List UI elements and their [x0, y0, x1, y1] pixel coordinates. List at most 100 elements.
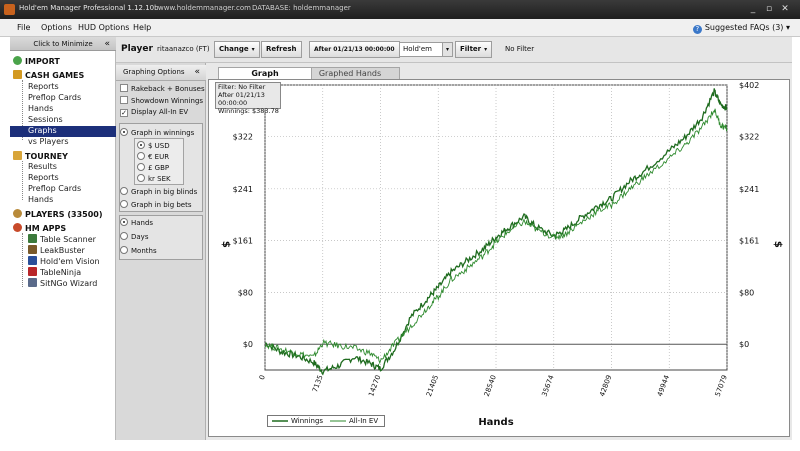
radio-dot — [137, 152, 145, 160]
nav-item-graphs-selected[interactable] — [10, 126, 116, 137]
date-filter-button[interactable]: After 01/21/13 00:00:00 — [309, 41, 400, 58]
tab-graph[interactable]: Graph — [218, 67, 312, 79]
xaxis-days-radio[interactable]: Days — [120, 232, 148, 241]
y-axis-label-right: $ — [772, 241, 783, 248]
nav-item-tourney-hands[interactable]: Hands — [28, 195, 53, 204]
graph-in-winnings-radio[interactable]: Graph in winnings — [120, 128, 194, 137]
menu-hud-options[interactable]: HUD Options — [78, 23, 129, 32]
currency-gbp-radio[interactable]: £ GBP — [137, 163, 169, 172]
graph-panel: $0 $0 $80 $80 $161 $161 $241 $241 $322 $322 $402 $4… — [208, 79, 790, 437]
nav-item-results[interactable]: Results — [28, 162, 57, 171]
menu-options[interactable]: Options — [41, 23, 72, 32]
nav-item-preflop-cards[interactable]: Preflop Cards — [28, 93, 81, 102]
filter-button[interactable]: Filter ▾ — [455, 41, 493, 58]
radio-label: $ USD — [148, 142, 170, 150]
app-label: SitNGo Wizard — [40, 279, 98, 288]
close-window-button[interactable]: ✕ — [778, 3, 792, 15]
filter-info-box: Filter: No Filter After 01/21/13 00:00:0… — [215, 82, 281, 115]
checkbox-label: Showdown Winnings — [131, 97, 204, 105]
legend-label-allin-ev: All-In EV — [349, 417, 379, 425]
y-tick-label-right: $0 — [739, 340, 749, 349]
app-label: LeakBuster — [40, 246, 85, 255]
graphing-options-panel: Graphing Options « Rakeback + Bonuses Sh… — [116, 63, 206, 440]
nav-import[interactable]: IMPORT — [13, 56, 60, 66]
nav-item-graphs[interactable]: Graphs — [28, 126, 57, 135]
radio-label: € EUR — [148, 153, 170, 161]
y-tick-label-left: $241 — [233, 185, 253, 194]
database-label: DATABASE: holdemmanager — [252, 4, 351, 12]
app-window: Hold'em Manager Professional 1.12.10b ww… — [0, 0, 800, 451]
tab-graphed-hands[interactable]: Graphed Hands — [300, 67, 400, 79]
player-label: Player — [121, 44, 153, 54]
radio-label: kr SEK — [148, 175, 171, 183]
app-title: Hold'em Manager Professional 1.12.10b — [19, 4, 159, 12]
app-sitngo-wizard[interactable]: SitNGo Wizard — [28, 278, 97, 288]
chevron-down-icon: ▾ — [251, 46, 255, 53]
collapse-arrow-icon: « — [194, 67, 200, 77]
graph-in-bb-radio[interactable]: Graph in big blinds — [120, 187, 197, 196]
nav-players[interactable]: PLAYERS (33500) — [13, 209, 103, 219]
nav-hm-apps[interactable]: HM APPS — [13, 223, 66, 233]
menu-help[interactable]: Help — [133, 23, 151, 32]
nav-item-hands[interactable]: Hands — [28, 104, 53, 113]
nav-hm-apps-label: HM APPS — [25, 224, 67, 233]
rakeback-checkbox[interactable]: Rakeback + Bonuses — [120, 84, 205, 93]
x-tick-label: 42809 — [598, 374, 613, 398]
app-holdem-vision[interactable]: Hold'em Vision — [28, 256, 100, 266]
app-tableninja[interactable]: TableNinja — [28, 267, 81, 277]
nav-tourney[interactable]: TOURNEY — [13, 151, 68, 161]
nav-cash-games[interactable]: CASH GAMES — [13, 70, 84, 80]
allin-ev-checkbox[interactable]: ✓ Display All-In EV — [120, 108, 188, 117]
minimize-nav-button[interactable]: Click to Minimize « — [10, 37, 116, 51]
apps-icon — [13, 223, 22, 232]
nav-item-reports[interactable]: Reports — [28, 82, 59, 91]
game-type-select[interactable]: Hold'em ▾ — [399, 42, 453, 57]
nav-cash-games-label: CASH GAMES — [25, 71, 85, 80]
minimize-window-button[interactable]: _ — [746, 3, 760, 15]
checkbox-label: Display All-In EV — [131, 108, 189, 116]
y-tick-label-right: $402 — [739, 81, 759, 90]
graphing-options-header[interactable]: Graphing Options « — [116, 65, 206, 81]
filter-label: Filter — [460, 45, 482, 53]
xaxis-months-radio[interactable]: Months — [120, 246, 157, 255]
graph-area: Graphed Hands Graph $0 $0 $80 $80 $161 $161 $2… — [206, 63, 792, 440]
currency-sek-radio[interactable]: kr SEK — [137, 174, 171, 183]
app-logo-icon — [4, 4, 15, 15]
currency-usd-radio[interactable]: $ USD — [137, 141, 170, 150]
nav-players-label: PLAYERS (33500) — [25, 210, 103, 219]
check-mark-icon: ✓ — [120, 109, 128, 117]
app-label: TableNinja — [40, 268, 82, 277]
radio-dot — [137, 163, 145, 171]
app-leakbuster[interactable]: LeakBuster — [28, 245, 85, 255]
nav-item-tourney-preflop[interactable]: Preflop Cards — [28, 184, 81, 193]
currency-eur-radio[interactable]: € EUR — [137, 152, 169, 161]
player-toolbar: Player ritaanazco (FT) Change ▾ Refresh A… — [116, 37, 792, 63]
minimize-nav-label: Click to Minimize — [33, 40, 93, 48]
radio-dot — [137, 174, 145, 182]
refresh-button[interactable]: Refresh — [261, 41, 302, 58]
nav-item-vs-players[interactable]: vs Players — [28, 137, 69, 146]
app-table-scanner[interactable]: Table Scanner — [28, 234, 96, 244]
radio-label: Graph in winnings — [131, 129, 195, 137]
active-filter-text: No Filter — [505, 45, 535, 53]
change-player-button[interactable]: Change ▾ — [214, 41, 260, 58]
sitngo-wizard-icon — [28, 278, 37, 287]
suggested-faqs-button[interactable]: ? Suggested FAQs (3) ▾ — [692, 23, 790, 34]
xaxis-hands-radio[interactable]: Hands — [120, 218, 153, 227]
x-tick-label: 49944 — [656, 373, 671, 397]
info-filter: Filter: No Filter — [218, 83, 266, 91]
radio-dot — [137, 141, 145, 149]
showdown-checkbox[interactable]: Showdown Winnings — [120, 96, 203, 105]
nav-item-tourney-reports[interactable]: Reports — [28, 173, 59, 182]
radio-dot — [120, 218, 128, 226]
x-tick-label: 14270 — [367, 374, 382, 398]
site-url: www.holdemmanager.com — [158, 4, 251, 12]
restore-window-button[interactable]: ▫ — [762, 3, 776, 15]
nav-item-sessions[interactable]: Sessions — [28, 115, 63, 124]
menu-file[interactable]: File — [17, 23, 30, 32]
radio-label: Hands — [131, 219, 154, 227]
tree-line — [22, 161, 23, 200]
app-label: Hold'em Vision — [40, 257, 100, 266]
graph-in-bets-radio[interactable]: Graph in big bets — [120, 200, 192, 209]
x-tick-label: 21405 — [425, 374, 440, 398]
